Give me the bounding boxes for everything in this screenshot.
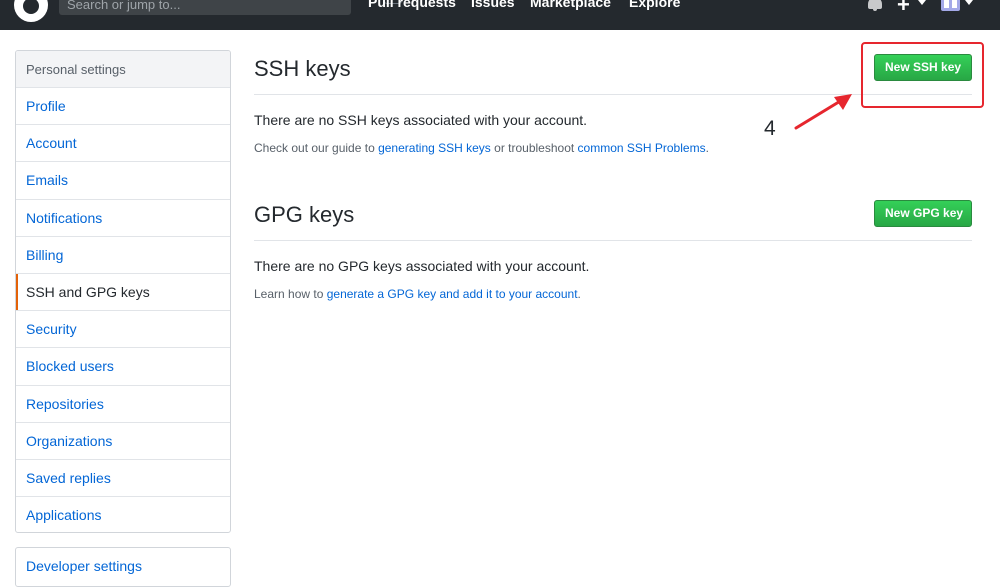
nav-marketplace[interactable]: Marketplace (530, 0, 611, 10)
annotation-arrow-icon (794, 94, 852, 130)
gpg-empty-message: There are no GPG keys associated with yo… (254, 258, 590, 274)
annotation-step-number: 4 (764, 117, 776, 140)
gpg-keys-title: GPG keys (254, 202, 355, 227)
sidebar-item-developer-settings[interactable]: Developer settings (15, 547, 231, 587)
nav-pull-requests[interactable]: Pull requests (368, 0, 456, 10)
sidebar-item-emails[interactable]: Emails (16, 162, 230, 200)
sidebar-item-saved-replies[interactable]: Saved replies (16, 460, 230, 498)
gpg-keys-section: GPG keys New GPG key There are no GPG ke… (254, 197, 972, 307)
gpg-help-text: Learn how to generate a GPG key and add … (254, 287, 581, 301)
ssh-empty-message: There are no SSH keys associated with yo… (254, 112, 588, 128)
nav-explore[interactable]: Explore (629, 0, 680, 10)
sidebar-heading: Personal settings (16, 51, 230, 88)
sidebar-item-organizations[interactable]: Organizations (16, 423, 230, 460)
sidebar-item-blocked-users[interactable]: Blocked users (16, 348, 230, 386)
nav-issues[interactable]: Issues (471, 0, 515, 10)
notification-bell-icon[interactable] (868, 0, 882, 11)
sidebar-item-applications[interactable]: Applications (16, 497, 230, 532)
search-box[interactable]: / (59, 0, 402, 15)
generate-gpg-key-link[interactable]: generate a GPG key and add it to your ac… (327, 287, 578, 301)
sidebar-item-profile[interactable]: Profile (16, 88, 230, 126)
ssh-help-suffix: . (705, 141, 709, 155)
generating-ssh-keys-link[interactable]: generating SSH keys (378, 141, 491, 155)
sidebar-item-billing[interactable]: Billing (16, 237, 230, 274)
annotation-highlight-box (861, 42, 984, 108)
create-new-plus-icon[interactable]: + (897, 0, 910, 18)
search-input[interactable] (67, 0, 307, 12)
sidebar-item-account[interactable]: Account (16, 125, 230, 163)
settings-sidebar: Personal settings Profile Account Emails… (15, 50, 231, 533)
sidebar-item-notifications[interactable]: Notifications (16, 200, 230, 237)
create-caret-icon[interactable] (918, 0, 926, 5)
ssh-help-prefix: Check out our guide to (254, 141, 379, 155)
avatar[interactable] (941, 0, 960, 11)
sidebar-item-security[interactable]: Security (16, 311, 230, 349)
new-gpg-key-button[interactable]: New GPG key (874, 200, 972, 227)
sidebar-item-ssh-gpg-keys[interactable]: SSH and GPG keys (16, 273, 230, 312)
common-ssh-problems-link[interactable]: common SSH Problems (578, 141, 706, 155)
sidebar-item-repositories[interactable]: Repositories (16, 386, 230, 423)
ssh-keys-title: SSH keys (254, 56, 351, 81)
github-logo-icon[interactable] (14, 0, 48, 22)
ssh-help-middle: or troubleshoot (490, 141, 578, 155)
gpg-keys-header: GPG keys New GPG key (254, 197, 972, 241)
avatar-caret-icon[interactable] (965, 0, 973, 5)
gpg-help-suffix: . (577, 287, 581, 301)
top-header: / Pull requests Issues Marketplace Explo… (0, 0, 1000, 30)
gpg-help-prefix: Learn how to (254, 287, 327, 301)
ssh-help-text: Check out our guide to generating SSH ke… (254, 141, 709, 155)
